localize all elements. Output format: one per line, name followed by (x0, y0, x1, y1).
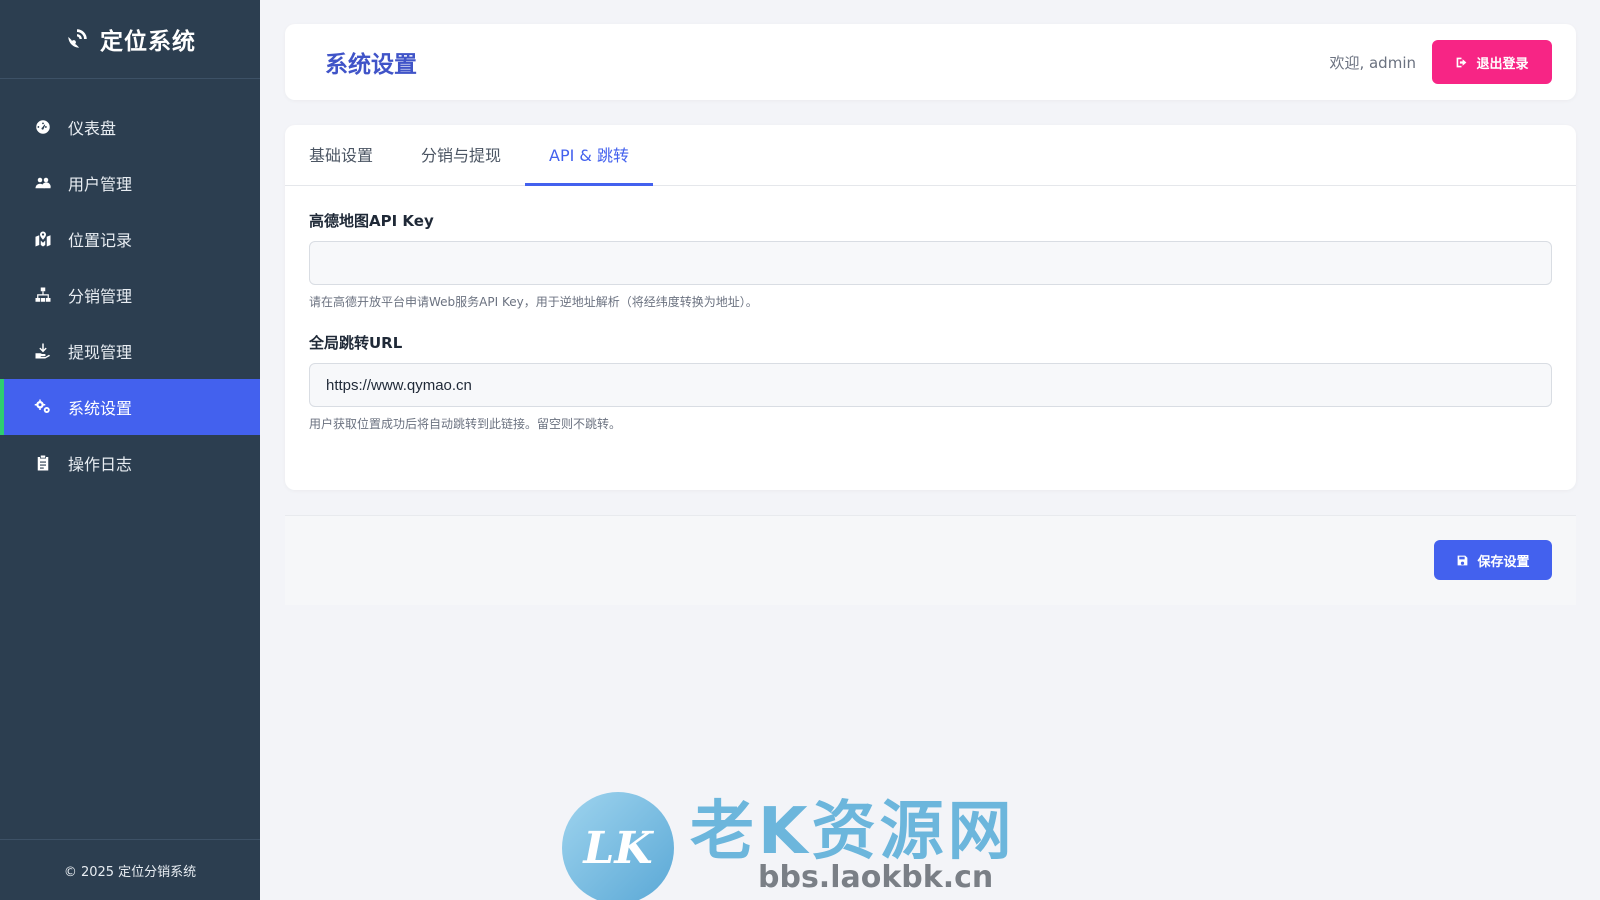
sidebar-item-settings[interactable]: 系统设置 (0, 379, 260, 435)
sidebar-item-label: 位置记录 (68, 231, 133, 250)
brand[interactable]: 定位系统 (0, 0, 260, 79)
sidebar-item-label: 提现管理 (68, 343, 133, 362)
save-icon (1458, 555, 1468, 565)
sidebar-item-label: 系统设置 (68, 399, 133, 418)
brand-title: 定位系统 (100, 29, 196, 55)
watermark-title: 老K资源网 (690, 795, 1016, 869)
sidebar-footer: © 2025 定位分销系统 (0, 839, 260, 900)
tab-distribution[interactable]: 分销与提现 (397, 125, 525, 186)
sidebar-item-label: 分销管理 (68, 287, 133, 306)
watermark-url: bbs.laokbk.cn (758, 860, 994, 895)
logout-button[interactable]: 退出登录 (1432, 40, 1552, 84)
page-header: 系统设置 欢迎, admin 退出登录 (285, 24, 1576, 100)
amap-key-help: 请在高德开放平台申请Web服务API Key，用于逆地址解析（将经纬度转换为地址… (309, 295, 758, 309)
cogs-icon (32, 397, 54, 417)
redirect-url-label: 全局跳转URL (309, 334, 403, 352)
sitemap-icon (32, 285, 54, 305)
settings-form: 高德地图API Key 请在高德开放平台申请Web服务API Key，用于逆地址… (285, 186, 1576, 432)
tab-basic[interactable]: 基础设置 (285, 125, 397, 186)
clipboard-icon (32, 453, 54, 473)
sidebar-nav: 仪表盘 用户管理 位置记录 分销管理 提现管理 系统设置 操作日志 (0, 99, 260, 491)
amap-key-field: 高德地图API Key 请在高德开放平台申请Web服务API Key，用于逆地址… (309, 210, 1552, 310)
sidebar-item-dashboard[interactable]: 仪表盘 (0, 99, 260, 155)
page-title: 系统设置 (325, 52, 417, 78)
users-icon (32, 173, 54, 193)
redirect-url-help: 用户获取位置成功后将自动跳转到此链接。留空则不跳转。 (309, 417, 622, 431)
dashboard-icon (32, 117, 54, 137)
logout-label: 退出登录 (1476, 56, 1529, 72)
redirect-url-input[interactable] (309, 363, 1552, 407)
tab-api-redirect[interactable]: API & 跳转 (525, 125, 653, 186)
sidebar-item-distribution[interactable]: 分销管理 (0, 267, 260, 323)
watermark-badge-text: LK (583, 822, 653, 874)
watermark-badge: LK (562, 792, 674, 900)
sidebar-item-label: 操作日志 (68, 455, 133, 474)
settings-card: 基础设置 分销与提现 API & 跳转 高德地图API Key 请在高德开放平台… (285, 125, 1576, 490)
sign-out-icon (1457, 57, 1467, 67)
sidebar-item-users[interactable]: 用户管理 (0, 155, 260, 211)
save-bar: 保存设置 (285, 515, 1576, 605)
sidebar-item-label: 仪表盘 (68, 119, 117, 138)
sidebar-item-logs[interactable]: 操作日志 (0, 435, 260, 491)
welcome-text: 欢迎, admin (1329, 53, 1416, 72)
sidebar-item-label: 用户管理 (68, 175, 133, 194)
sidebar: 定位系统 仪表盘 用户管理 位置记录 分销管理 提现管理 系统设置 操作日志 ©… (0, 0, 260, 900)
hand-holding-money-icon (32, 341, 54, 361)
amap-key-input[interactable] (309, 241, 1552, 285)
save-label: 保存设置 (1477, 554, 1530, 570)
sidebar-item-withdrawals[interactable]: 提现管理 (0, 323, 260, 379)
save-settings-button[interactable]: 保存设置 (1434, 540, 1552, 580)
amap-key-label: 高德地图API Key (309, 212, 434, 230)
map-marked-icon (32, 229, 54, 249)
sidebar-item-locations[interactable]: 位置记录 (0, 211, 260, 267)
redirect-url-field: 全局跳转URL 用户获取位置成功后将自动跳转到此链接。留空则不跳转。 (309, 332, 1552, 432)
watermark: LK 老K资源网 bbs.laokbk.cn (562, 780, 1062, 900)
settings-tabs: 基础设置 分销与提现 API & 跳转 (285, 125, 1576, 186)
satellite-dish-icon (68, 29, 87, 48)
